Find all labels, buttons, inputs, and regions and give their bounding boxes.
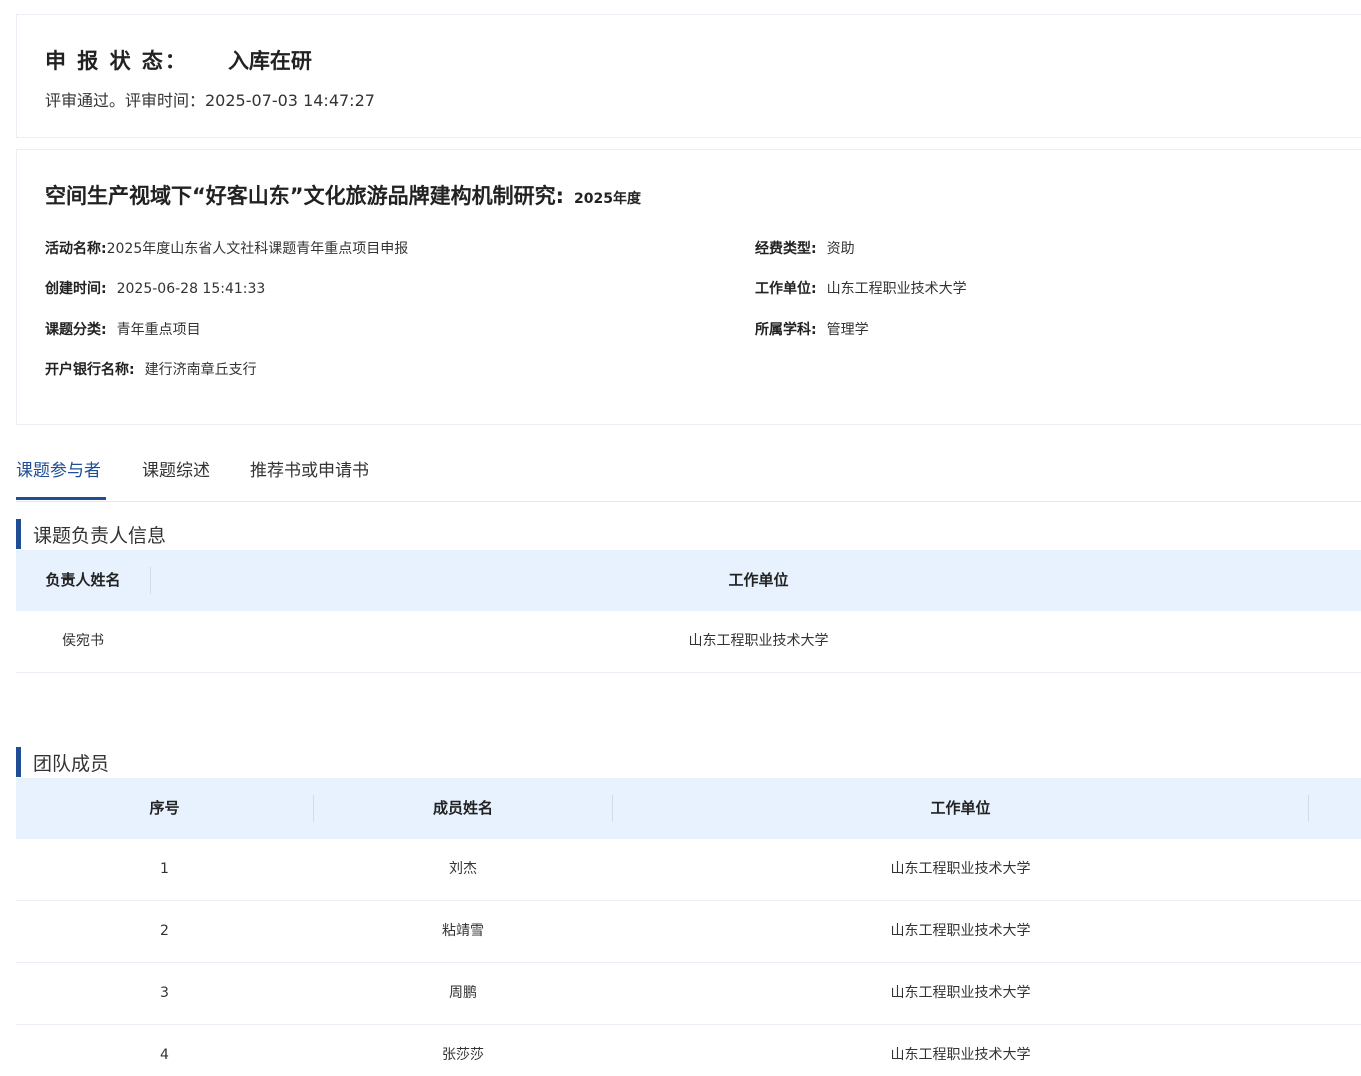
status-line: 申 报 状 态： 入库在研 xyxy=(45,45,312,75)
column-header-work-unit: 工作单位 xyxy=(930,799,991,817)
active-tab-indicator xyxy=(16,497,106,500)
section-accent-bar xyxy=(16,747,21,777)
section-title-text: 团队成员 xyxy=(33,753,110,775)
section-title-text: 课题负责人信息 xyxy=(33,525,167,547)
project-detail-page: 申 报 状 态： 入库在研 评审通过。评审时间：2025-07-03 14:47:… xyxy=(0,0,1361,1076)
field-label: 工作单位: xyxy=(755,281,817,297)
member-index-cell: 2 xyxy=(160,923,169,939)
field-value: 2025年度山东省人文社科课题青年重点项目申报 xyxy=(106,241,409,257)
project-info-card: 空间生产视域下“好客山东”文化旅游品牌建构机制研究: 2025年度 活动名称:20… xyxy=(16,149,1361,425)
team-table: 序号 成员姓名 工作单位 1 刘杰 山东工程职业技术大学 2 粘靖雪 山东工程职… xyxy=(16,778,1361,1076)
leader-unit-cell: 山东工程职业技术大学 xyxy=(688,633,829,649)
status-card: 申 报 状 态： 入库在研 评审通过。评审时间：2025-07-03 14:47:… xyxy=(16,14,1361,138)
member-index-cell: 1 xyxy=(160,861,169,877)
field-label: 经费类型: xyxy=(755,241,817,257)
project-title-text: 空间生产视域下“好客山东”文化旅游品牌建构机制研究: xyxy=(45,184,564,208)
table-row: 3 周鹏 山东工程职业技术大学 xyxy=(16,963,1361,1025)
field-value: 建行济南章丘支行 xyxy=(144,362,257,378)
member-name-cell: 刘杰 xyxy=(449,861,477,877)
member-unit-cell: 山东工程职业技术大学 xyxy=(890,923,1031,939)
member-name-cell: 粘靖雪 xyxy=(442,923,484,939)
field-value: 2025-06-28 15:41:33 xyxy=(116,281,266,297)
tab-bar: 课题参与者 课题综述 推荐书或申请书 xyxy=(16,440,1361,502)
table-row: 侯宛书 山东工程职业技术大学 xyxy=(16,611,1361,673)
table-row: 4 张莎莎 山东工程职业技术大学 xyxy=(16,1025,1361,1076)
field-label: 开户银行名称: xyxy=(45,362,135,378)
tab-recommendation[interactable]: 推荐书或申请书 xyxy=(250,456,369,481)
column-header-leader-name: 负责人姓名 xyxy=(45,571,121,589)
tab-overview[interactable]: 课题综述 xyxy=(142,456,210,481)
member-unit-cell: 山东工程职业技术大学 xyxy=(890,1047,1031,1063)
field-value: 青年重点项目 xyxy=(116,322,201,338)
status-value: 入库在研 xyxy=(227,49,312,73)
field-value: 山东工程职业技术大学 xyxy=(826,281,967,297)
tab-participants[interactable]: 课题参与者 xyxy=(16,456,101,481)
project-title: 空间生产视域下“好客山东”文化旅游品牌建构机制研究: 2025年度 xyxy=(45,180,641,210)
review-info: 评审通过。评审时间：2025-07-03 14:47:27 xyxy=(45,91,375,110)
status-label: 申 报 状 态： xyxy=(45,49,188,73)
field-value: 管理学 xyxy=(826,322,869,338)
member-name-cell: 张莎莎 xyxy=(442,1047,484,1063)
field-label: 所属学科: xyxy=(755,322,817,338)
field-label: 创建时间: xyxy=(45,281,107,297)
member-unit-cell: 山东工程职业技术大学 xyxy=(890,861,1031,877)
field-funding-type: 经费类型: 资助 xyxy=(755,238,855,258)
field-label: 活动名称: xyxy=(45,241,107,257)
column-header-member-name: 成员姓名 xyxy=(432,799,493,817)
field-work-unit: 工作单位: 山东工程职业技术大学 xyxy=(755,278,967,298)
field-bank: 开户银行名称: 建行济南章丘支行 xyxy=(45,359,257,379)
member-index-cell: 4 xyxy=(160,1047,169,1063)
table-row: 1 刘杰 山东工程职业技术大学 xyxy=(16,839,1361,901)
column-divider xyxy=(1308,795,1309,822)
section-accent-bar xyxy=(16,519,21,549)
leader-table: 负责人姓名 工作单位 侯宛书 山东工程职业技术大学 xyxy=(16,550,1361,673)
field-category: 课题分类: 青年重点项目 xyxy=(45,319,201,339)
field-discipline: 所属学科: 管理学 xyxy=(755,319,869,339)
table-header: 序号 成员姓名 工作单位 xyxy=(16,778,1361,839)
member-index-cell: 3 xyxy=(160,985,169,1001)
table-header: 负责人姓名 工作单位 xyxy=(16,550,1361,611)
field-activity: 活动名称:2025年度山东省人文社科课题青年重点项目申报 xyxy=(45,238,408,258)
project-year: 2025年度 xyxy=(574,191,641,207)
field-value: 资助 xyxy=(826,241,855,257)
table-row: 2 粘靖雪 山东工程职业技术大学 xyxy=(16,901,1361,963)
member-unit-cell: 山东工程职业技术大学 xyxy=(890,985,1031,1001)
member-name-cell: 周鹏 xyxy=(449,985,477,1001)
field-created-time: 创建时间: 2025-06-28 15:41:33 xyxy=(45,278,265,298)
leader-name-cell: 侯宛书 xyxy=(62,633,104,649)
column-header-index: 序号 xyxy=(149,799,180,817)
column-header-work-unit: 工作单位 xyxy=(728,571,789,589)
field-label: 课题分类: xyxy=(45,322,107,338)
